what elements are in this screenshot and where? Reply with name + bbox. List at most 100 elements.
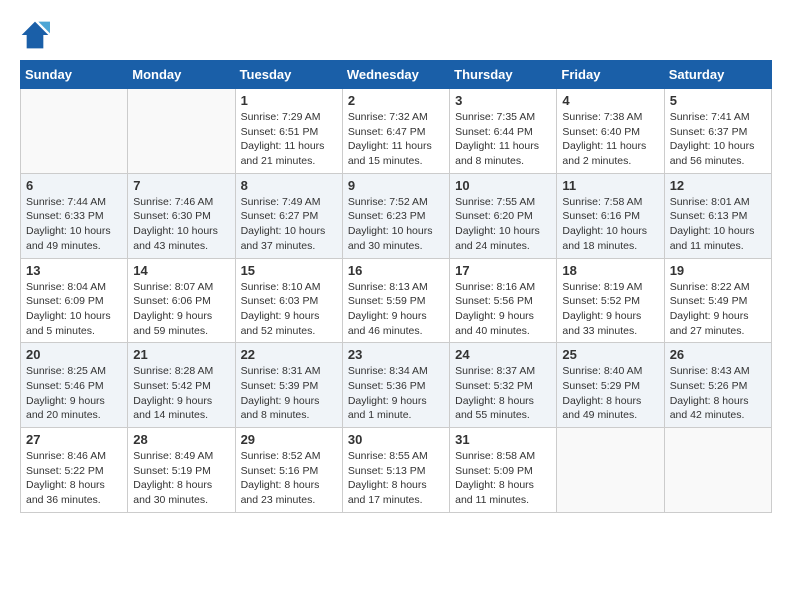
calendar-cell: 20 Sunrise: 8:25 AM Sunset: 5:46 PM Dayli…: [21, 343, 128, 428]
calendar-table: SundayMondayTuesdayWednesdayThursdayFrid…: [20, 60, 772, 513]
weekday-header: Thursday: [450, 61, 557, 89]
day-number: 27: [26, 432, 122, 447]
calendar-cell: 5 Sunrise: 7:41 AM Sunset: 6:37 PM Daylig…: [664, 89, 771, 174]
calendar-cell: [128, 89, 235, 174]
day-detail: Sunrise: 8:04 AM Sunset: 6:09 PM Dayligh…: [26, 280, 122, 339]
calendar-cell: 30 Sunrise: 8:55 AM Sunset: 5:13 PM Dayli…: [342, 428, 449, 513]
day-number: 9: [348, 178, 444, 193]
calendar-week-row: 6 Sunrise: 7:44 AM Sunset: 6:33 PM Daylig…: [21, 173, 772, 258]
day-detail: Sunrise: 8:13 AM Sunset: 5:59 PM Dayligh…: [348, 280, 444, 339]
day-detail: Sunrise: 8:07 AM Sunset: 6:06 PM Dayligh…: [133, 280, 229, 339]
logo: [20, 20, 54, 50]
day-detail: Sunrise: 7:58 AM Sunset: 6:16 PM Dayligh…: [562, 195, 658, 254]
calendar-cell: 8 Sunrise: 7:49 AM Sunset: 6:27 PM Daylig…: [235, 173, 342, 258]
day-number: 4: [562, 93, 658, 108]
day-number: 6: [26, 178, 122, 193]
day-detail: Sunrise: 8:37 AM Sunset: 5:32 PM Dayligh…: [455, 364, 551, 423]
day-detail: Sunrise: 8:43 AM Sunset: 5:26 PM Dayligh…: [670, 364, 766, 423]
calendar-cell: 24 Sunrise: 8:37 AM Sunset: 5:32 PM Dayli…: [450, 343, 557, 428]
day-detail: Sunrise: 7:52 AM Sunset: 6:23 PM Dayligh…: [348, 195, 444, 254]
day-number: 3: [455, 93, 551, 108]
calendar-cell: 10 Sunrise: 7:55 AM Sunset: 6:20 PM Dayli…: [450, 173, 557, 258]
day-number: 22: [241, 347, 337, 362]
calendar-cell: 31 Sunrise: 8:58 AM Sunset: 5:09 PM Dayli…: [450, 428, 557, 513]
day-detail: Sunrise: 8:31 AM Sunset: 5:39 PM Dayligh…: [241, 364, 337, 423]
day-number: 23: [348, 347, 444, 362]
day-detail: Sunrise: 7:29 AM Sunset: 6:51 PM Dayligh…: [241, 110, 337, 169]
calendar-cell: 26 Sunrise: 8:43 AM Sunset: 5:26 PM Dayli…: [664, 343, 771, 428]
day-detail: Sunrise: 8:55 AM Sunset: 5:13 PM Dayligh…: [348, 449, 444, 508]
day-detail: Sunrise: 8:10 AM Sunset: 6:03 PM Dayligh…: [241, 280, 337, 339]
day-number: 10: [455, 178, 551, 193]
calendar-cell: 16 Sunrise: 8:13 AM Sunset: 5:59 PM Dayli…: [342, 258, 449, 343]
day-number: 24: [455, 347, 551, 362]
calendar-cell: 4 Sunrise: 7:38 AM Sunset: 6:40 PM Daylig…: [557, 89, 664, 174]
calendar-cell: 22 Sunrise: 8:31 AM Sunset: 5:39 PM Dayli…: [235, 343, 342, 428]
day-detail: Sunrise: 8:52 AM Sunset: 5:16 PM Dayligh…: [241, 449, 337, 508]
day-detail: Sunrise: 8:01 AM Sunset: 6:13 PM Dayligh…: [670, 195, 766, 254]
day-detail: Sunrise: 7:32 AM Sunset: 6:47 PM Dayligh…: [348, 110, 444, 169]
day-number: 31: [455, 432, 551, 447]
calendar-cell: 11 Sunrise: 7:58 AM Sunset: 6:16 PM Dayli…: [557, 173, 664, 258]
day-detail: Sunrise: 7:46 AM Sunset: 6:30 PM Dayligh…: [133, 195, 229, 254]
day-detail: Sunrise: 8:46 AM Sunset: 5:22 PM Dayligh…: [26, 449, 122, 508]
day-number: 18: [562, 263, 658, 278]
calendar-cell: 13 Sunrise: 8:04 AM Sunset: 6:09 PM Dayli…: [21, 258, 128, 343]
day-number: 14: [133, 263, 229, 278]
weekday-header: Saturday: [664, 61, 771, 89]
calendar-cell: 18Sunrise: 8:19 AM Sunset: 5:52 PM Dayli…: [557, 258, 664, 343]
weekday-header: Wednesday: [342, 61, 449, 89]
day-number: 16: [348, 263, 444, 278]
day-number: 5: [670, 93, 766, 108]
day-detail: Sunrise: 7:38 AM Sunset: 6:40 PM Dayligh…: [562, 110, 658, 169]
day-detail: Sunrise: 8:25 AM Sunset: 5:46 PM Dayligh…: [26, 364, 122, 423]
calendar-cell: 15Sunrise: 8:10 AM Sunset: 6:03 PM Dayli…: [235, 258, 342, 343]
calendar-cell: 19Sunrise: 8:22 AM Sunset: 5:49 PM Dayli…: [664, 258, 771, 343]
day-number: 11: [562, 178, 658, 193]
calendar-cell: 23 Sunrise: 8:34 AM Sunset: 5:36 PM Dayli…: [342, 343, 449, 428]
day-detail: Sunrise: 8:34 AM Sunset: 5:36 PM Dayligh…: [348, 364, 444, 423]
calendar-cell: 17 Sunrise: 8:16 AM Sunset: 5:56 PM Dayli…: [450, 258, 557, 343]
calendar-cell: 1 Sunrise: 7:29 AM Sunset: 6:51 PM Daylig…: [235, 89, 342, 174]
day-number: 8: [241, 178, 337, 193]
day-number: 17: [455, 263, 551, 278]
calendar-cell: 9 Sunrise: 7:52 AM Sunset: 6:23 PM Daylig…: [342, 173, 449, 258]
calendar-cell: 3 Sunrise: 7:35 AM Sunset: 6:44 PM Daylig…: [450, 89, 557, 174]
day-number: 13: [26, 263, 122, 278]
calendar-cell: [664, 428, 771, 513]
calendar-cell: 2 Sunrise: 7:32 AM Sunset: 6:47 PM Daylig…: [342, 89, 449, 174]
day-number: 20: [26, 347, 122, 362]
day-detail: Sunrise: 8:58 AM Sunset: 5:09 PM Dayligh…: [455, 449, 551, 508]
logo-icon: [20, 20, 50, 50]
calendar-cell: 29 Sunrise: 8:52 AM Sunset: 5:16 PM Dayli…: [235, 428, 342, 513]
day-detail: Sunrise: 7:35 AM Sunset: 6:44 PM Dayligh…: [455, 110, 551, 169]
calendar-cell: 7 Sunrise: 7:46 AM Sunset: 6:30 PM Daylig…: [128, 173, 235, 258]
day-number: 26: [670, 347, 766, 362]
day-detail: Sunrise: 7:44 AM Sunset: 6:33 PM Dayligh…: [26, 195, 122, 254]
calendar-week-row: 27 Sunrise: 8:46 AM Sunset: 5:22 PM Dayli…: [21, 428, 772, 513]
calendar-cell: 21 Sunrise: 8:28 AM Sunset: 5:42 PM Dayli…: [128, 343, 235, 428]
page-header: [20, 20, 772, 50]
calendar-cell: 28Sunrise: 8:49 AM Sunset: 5:19 PM Dayli…: [128, 428, 235, 513]
calendar-header-row: SundayMondayTuesdayWednesdayThursdayFrid…: [21, 61, 772, 89]
calendar-cell: 14 Sunrise: 8:07 AM Sunset: 6:06 PM Dayli…: [128, 258, 235, 343]
calendar-cell: 27 Sunrise: 8:46 AM Sunset: 5:22 PM Dayli…: [21, 428, 128, 513]
day-detail: Sunrise: 8:28 AM Sunset: 5:42 PM Dayligh…: [133, 364, 229, 423]
day-detail: Sunrise: 8:22 AM Sunset: 5:49 PM Dayligh…: [670, 280, 766, 339]
calendar-cell: 25 Sunrise: 8:40 AM Sunset: 5:29 PM Dayli…: [557, 343, 664, 428]
day-number: 7: [133, 178, 229, 193]
day-number: 2: [348, 93, 444, 108]
day-detail: Sunrise: 8:40 AM Sunset: 5:29 PM Dayligh…: [562, 364, 658, 423]
weekday-header: Monday: [128, 61, 235, 89]
day-number: 29: [241, 432, 337, 447]
day-number: 1: [241, 93, 337, 108]
calendar-cell: [557, 428, 664, 513]
day-number: 25: [562, 347, 658, 362]
day-detail: Sunrise: 7:41 AM Sunset: 6:37 PM Dayligh…: [670, 110, 766, 169]
day-number: 21: [133, 347, 229, 362]
day-detail: Sunrise: 8:16 AM Sunset: 5:56 PM Dayligh…: [455, 280, 551, 339]
day-number: 30: [348, 432, 444, 447]
day-detail: Sunrise: 7:49 AM Sunset: 6:27 PM Dayligh…: [241, 195, 337, 254]
day-detail: Sunrise: 7:55 AM Sunset: 6:20 PM Dayligh…: [455, 195, 551, 254]
day-number: 12: [670, 178, 766, 193]
